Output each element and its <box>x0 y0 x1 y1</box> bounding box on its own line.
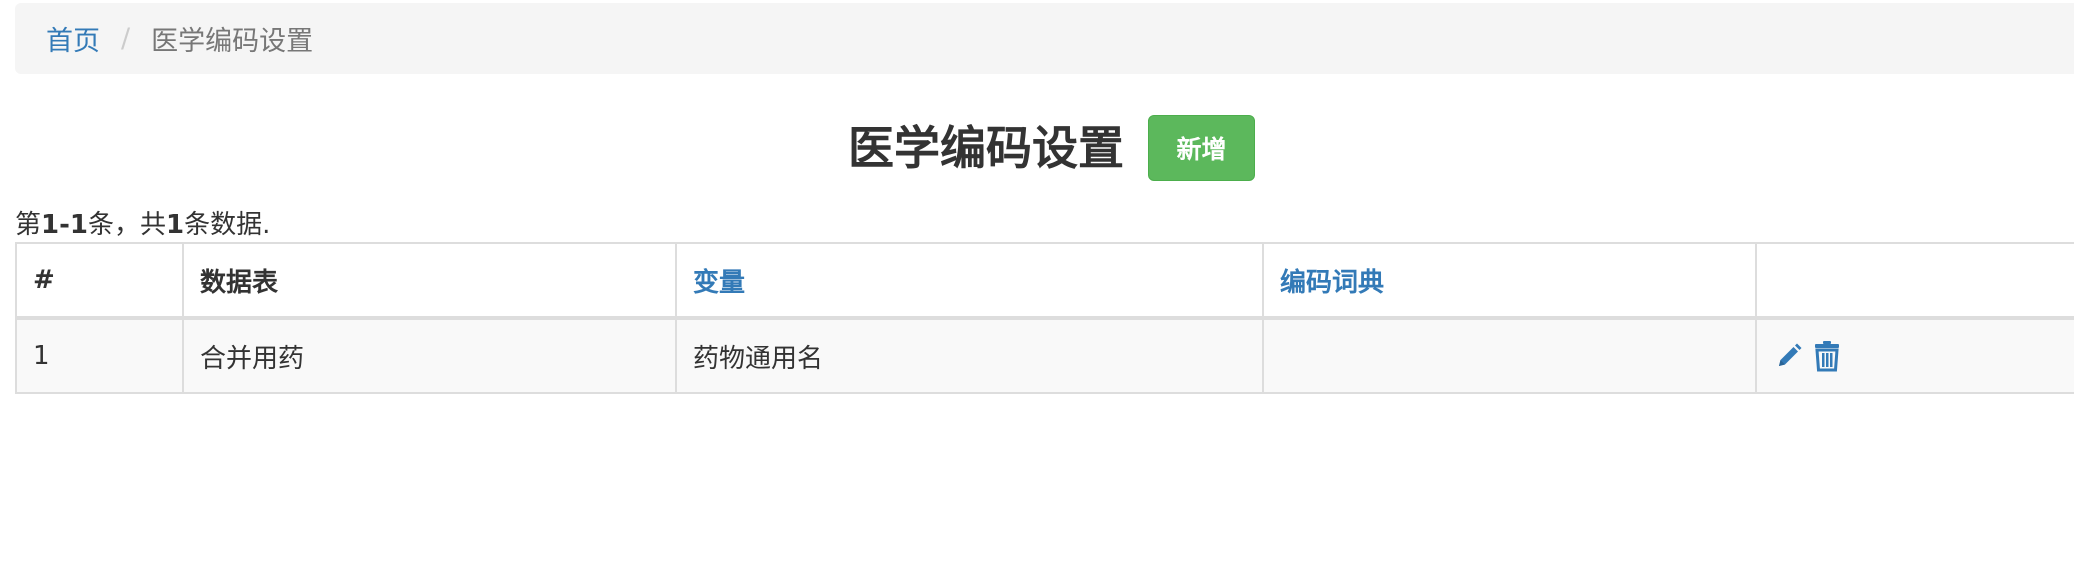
trash-icon[interactable] <box>1811 340 1843 372</box>
header-dictionary[interactable]: 编码词典 <box>1262 242 1757 320</box>
breadcrumb-home-link[interactable]: 首页 <box>46 19 100 58</box>
pencil-icon[interactable] <box>1773 340 1805 372</box>
header-variable[interactable]: 变量 <box>675 242 1264 320</box>
page-title: 医学编码设置 <box>848 121 1124 175</box>
table-header-row: # 数据表 变量 编码词典 <box>15 242 2074 320</box>
header-dictionary-sort-link[interactable]: 编码词典 <box>1280 268 1384 298</box>
summary-prefix: 第 <box>15 210 42 240</box>
header-variable-sort-link[interactable]: 变量 <box>693 268 745 298</box>
header-index: # <box>15 242 184 320</box>
add-button[interactable]: 新增 <box>1148 115 1255 181</box>
summary-middle: 条，共 <box>88 210 167 240</box>
summary-range: 1-1 <box>41 210 88 240</box>
title-row: 医学编码设置 新增 <box>0 113 2074 183</box>
cell-actions <box>1755 317 2074 394</box>
breadcrumb-separator: / <box>121 23 131 54</box>
table-row: 1 合并用药 药物通用名 <box>15 317 2074 394</box>
data-table: # 数据表 变量 编码词典 1 合并用药 药物通用名 <box>15 242 2074 394</box>
cell-variable: 药物通用名 <box>675 317 1264 394</box>
breadcrumb-current: 医学编码设置 <box>151 26 314 57</box>
summary-total: 1 <box>166 210 185 240</box>
pagination-summary: 第1-1条，共1条数据. <box>15 204 270 241</box>
cell-data-table: 合并用药 <box>182 317 677 394</box>
cell-dictionary <box>1262 317 1757 394</box>
row-actions <box>1773 340 2074 372</box>
header-data-table: 数据表 <box>182 242 677 320</box>
breadcrumb: 首页 / 医学编码设置 <box>15 3 2074 74</box>
cell-index: 1 <box>15 317 184 394</box>
summary-suffix: 条数据. <box>184 210 271 240</box>
header-actions <box>1755 242 2074 320</box>
